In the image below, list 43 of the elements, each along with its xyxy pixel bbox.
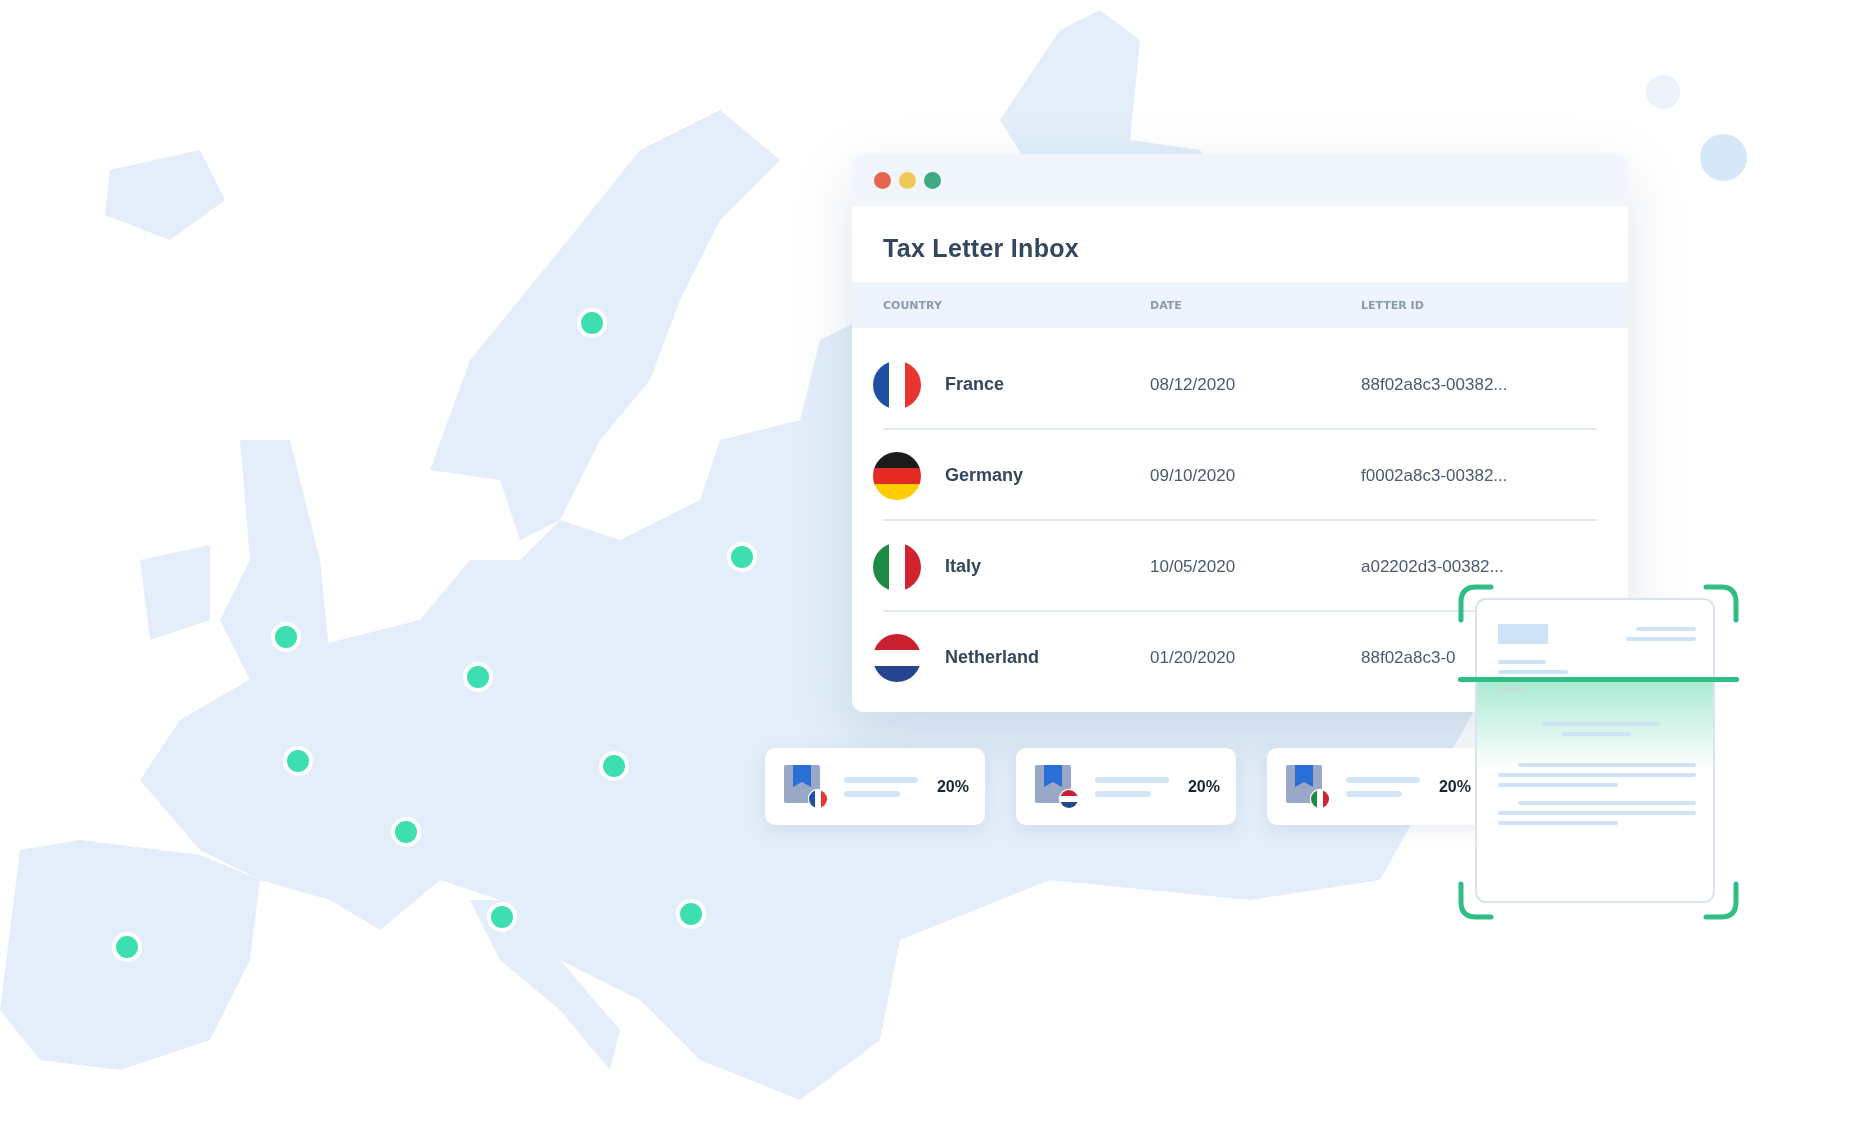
table-cell: a02202d3-00382... xyxy=(1361,556,1504,577)
close-control[interactable] xyxy=(874,171,891,189)
book-icon xyxy=(1035,764,1079,809)
table-cell-text: Italy xyxy=(945,556,983,577)
flag-icon xyxy=(873,542,921,591)
location-dot xyxy=(487,902,517,932)
column-header: DATE xyxy=(1150,298,1183,312)
skeleton-line xyxy=(1095,790,1151,797)
table-cell-text: Germany xyxy=(945,465,1025,486)
table-cell-text: 09/10/2020 xyxy=(1150,465,1237,486)
table-cell: 88f02a8c3-00382... xyxy=(1361,374,1508,395)
location-dot xyxy=(577,308,607,338)
table-cell: 88f02a8c3-0 xyxy=(1361,647,1456,668)
book-icon xyxy=(1286,764,1330,809)
location-dot xyxy=(463,662,493,692)
flag-icon xyxy=(873,451,921,500)
location-dot xyxy=(391,817,421,847)
location-dot xyxy=(112,932,142,962)
flag-icon xyxy=(873,633,921,682)
flag-icon xyxy=(873,360,921,409)
percent-value: 20% xyxy=(1438,777,1471,796)
table-cell-text: 10/05/2020 xyxy=(1150,556,1237,577)
table-cell-text: France xyxy=(945,374,1006,395)
minimize-control[interactable] xyxy=(899,171,916,189)
window-title: Tax Letter Inbox xyxy=(882,233,1081,264)
location-dot xyxy=(283,746,313,776)
skeleton-line xyxy=(844,790,900,797)
location-dot xyxy=(271,622,301,652)
column-header: LETTER ID xyxy=(1361,298,1424,312)
column-header: COUNTRY xyxy=(883,298,943,312)
table-cell-text: 01/20/2020 xyxy=(1150,647,1237,668)
table-cell-text: Netherland xyxy=(945,647,1041,668)
percent-value: 20% xyxy=(936,777,969,796)
location-dot xyxy=(676,899,706,929)
book-icon xyxy=(784,764,828,809)
zoom-control[interactable] xyxy=(924,171,941,189)
skeleton-line xyxy=(1346,790,1402,797)
decorative-bubble xyxy=(1700,134,1747,181)
location-dot xyxy=(727,542,757,572)
location-dot xyxy=(599,751,629,781)
table-cell: f0002a8c3-00382... xyxy=(1361,465,1508,486)
table-cell-text: 08/12/2020 xyxy=(1150,374,1237,395)
percent-value: 20% xyxy=(1187,777,1220,796)
